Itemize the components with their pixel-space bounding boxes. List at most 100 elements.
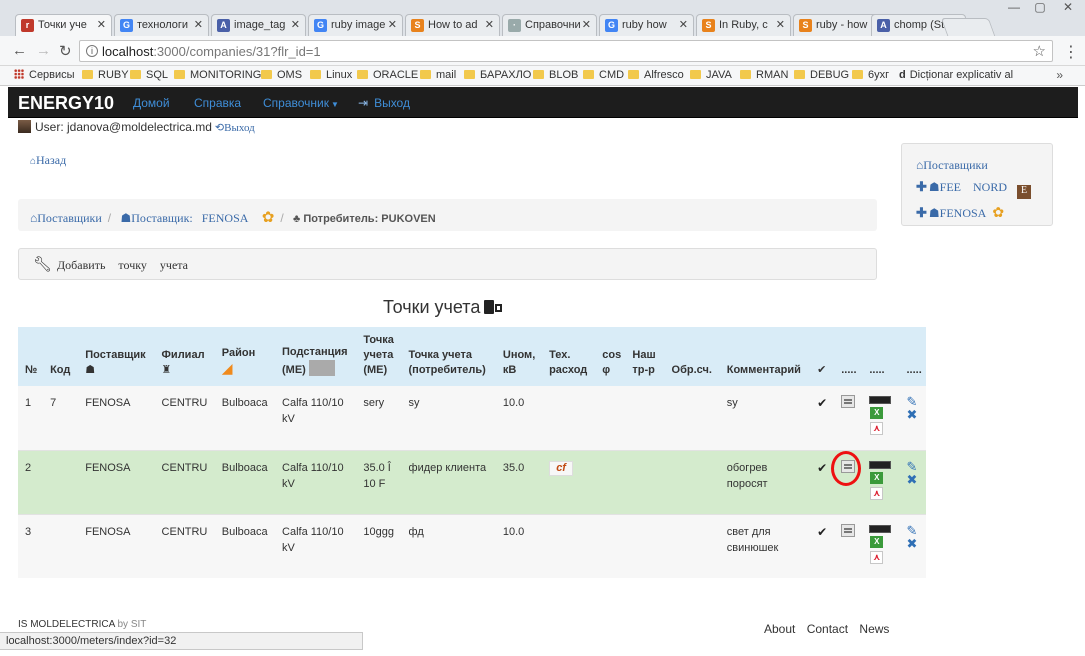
bookmark-folder[interactable]: SQL xyxy=(130,69,168,81)
brand-logo[interactable]: ENERGY10 xyxy=(18,93,114,114)
folder-icon xyxy=(690,70,701,79)
table-row[interactable]: 3 FENOSA CENTRU Bulboaca Calfa 110/10 kV… xyxy=(18,514,926,578)
bookmark-folder[interactable]: RUBY xyxy=(82,69,129,81)
footer-news-link[interactable]: News xyxy=(859,622,889,636)
bookmark-apps[interactable]: Сервисы xyxy=(14,69,75,81)
breadcrumb: ⌂Поставщики / ☗Поставщик: FENOSA ✿ / ♣ Пот… xyxy=(18,199,877,231)
panel-supplier-fee-nord[interactable]: ✚ ☗FEE NORD E xyxy=(916,179,1052,199)
footer-links: About Contact News xyxy=(764,622,897,636)
close-tab-icon[interactable]: ✕ xyxy=(194,18,203,31)
bookmark-folder[interactable]: OMS xyxy=(261,69,302,81)
bookmark-folder[interactable]: 6ухг xyxy=(852,69,889,81)
dictionary-icon: d xyxy=(899,69,906,81)
folder-icon xyxy=(583,70,594,79)
bookmark-folder[interactable]: RMAN xyxy=(740,69,788,81)
excel-icon[interactable]: X xyxy=(870,407,884,419)
folder-icon xyxy=(357,70,368,79)
bookmark-dictionary[interactable]: d Dicționar explicativ al xyxy=(899,69,1013,81)
close-tab-icon[interactable]: ✕ xyxy=(485,18,494,31)
reload-icon[interactable]: ↻ xyxy=(59,42,72,60)
panel-suppliers-link[interactable]: ⌂Поставщики xyxy=(916,158,1052,173)
browser-tab[interactable]: Gruby how ✕ xyxy=(599,14,694,36)
footer-about-link[interactable]: About xyxy=(764,622,795,636)
rails-icon: r xyxy=(21,19,34,32)
delete-icon[interactable]: ✖ xyxy=(906,408,922,422)
stackoverflow-icon: S xyxy=(702,19,715,32)
tech-loss-badge: cf xyxy=(549,460,574,476)
meter-readings-icon[interactable] xyxy=(841,523,856,537)
pdf-icon[interactable]: ⋏ xyxy=(870,550,884,564)
browser-menu-icon[interactable]: ⋮ xyxy=(1063,42,1079,62)
bookmark-folder[interactable]: Linux xyxy=(310,69,352,81)
close-tab-icon[interactable]: ✕ xyxy=(776,18,785,31)
panel-supplier-fenosa[interactable]: ✚ ☗FENOSA ✿ xyxy=(916,205,1052,222)
close-tab-icon[interactable]: ✕ xyxy=(679,18,688,31)
breadcrumb-consumer: ♣ Потребитель: PUKOVEN xyxy=(293,213,436,225)
counter-icon[interactable] xyxy=(869,396,892,404)
browser-tab[interactable]: Gтехнологи ✕ xyxy=(114,14,209,36)
nav-exit[interactable]: ⇥ Выход xyxy=(358,96,410,110)
folder-icon xyxy=(130,70,141,79)
bookmarks-more-button[interactable]: » xyxy=(1056,68,1063,82)
browser-tab[interactable]: r Точки уче ✕ xyxy=(15,14,112,36)
pdf-icon[interactable]: ⋏ xyxy=(870,422,884,435)
browser-tab[interactable]: Aimage_tag ✕ xyxy=(211,14,306,36)
bookmark-folder[interactable]: CMD xyxy=(583,69,624,81)
pdf-icon[interactable]: ⋏ xyxy=(870,486,884,500)
browser-tab[interactable]: Gruby image ✕ xyxy=(308,14,403,36)
close-tab-icon[interactable]: ✕ xyxy=(582,18,591,31)
counter-icon[interactable] xyxy=(869,524,892,533)
address-toolbar: ← → ↻ i localhost:3000/companies/31?flr_… xyxy=(0,36,1085,66)
bookmark-folder[interactable]: Alfresco xyxy=(628,69,684,81)
bookmark-folder[interactable]: DEBUG xyxy=(794,69,849,81)
bookmark-folder[interactable]: БАРАХЛО xyxy=(464,69,531,81)
bookmark-folder[interactable]: JAVA xyxy=(690,69,732,81)
excel-icon[interactable]: X xyxy=(870,535,884,548)
turtle-icon: ☗ xyxy=(85,364,96,376)
apps-icon xyxy=(14,69,24,79)
close-tab-icon[interactable]: ✕ xyxy=(291,18,300,31)
table-row[interactable]: 1 7 FENOSA CENTRU Bulboaca Calfa 110/10 … xyxy=(18,386,926,451)
nav-reference-dropdown[interactable]: Справочник ▼ xyxy=(263,96,339,110)
minimize-icon[interactable]: — xyxy=(1000,0,1028,14)
folder-icon xyxy=(310,70,321,79)
maximize-icon[interactable]: ▢ xyxy=(1026,0,1054,14)
bookmark-folder[interactable]: BLOB xyxy=(533,69,578,81)
close-tab-icon[interactable]: ✕ xyxy=(388,18,397,31)
counter-icon[interactable] xyxy=(869,460,892,469)
bookmark-folder[interactable]: MONITORING xyxy=(174,69,261,81)
excel-icon[interactable]: X xyxy=(870,471,884,484)
back-arrow-icon[interactable]: ← xyxy=(12,42,27,59)
back-link[interactable]: ⌂Назад xyxy=(30,153,66,168)
breadcrumb-supplier[interactable]: ☗Поставщик: FENOSA xyxy=(120,211,248,225)
bookmark-folder[interactable]: mail xyxy=(420,69,456,81)
nav-home[interactable]: Домой xyxy=(133,96,170,110)
bookmarks-bar: Сервисы RUBY SQL MONITORING OMS Linux OR… xyxy=(0,66,1085,86)
url-field[interactable]: i localhost:3000/companies/31?flr_id=1 ☆ xyxy=(79,40,1053,62)
delete-icon[interactable]: ✖ xyxy=(906,536,922,551)
delete-icon[interactable]: ✖ xyxy=(906,472,922,487)
browser-tab[interactable]: · Справочни ✕ xyxy=(502,14,597,36)
meter-readings-icon[interactable] xyxy=(841,395,856,408)
edit-icon[interactable]: ✎ xyxy=(906,460,922,473)
folder-icon xyxy=(533,70,544,79)
bookmark-star-icon[interactable]: ☆ xyxy=(1033,42,1046,60)
butterfly-logo-icon: ✿ xyxy=(992,206,1005,221)
info-icon[interactable]: i xyxy=(86,45,98,57)
footer-contact-link[interactable]: Contact xyxy=(807,622,848,636)
bookmark-folder[interactable]: ORACLE xyxy=(357,69,418,81)
close-window-icon[interactable]: ✕ xyxy=(1054,0,1082,14)
avatar xyxy=(18,120,31,133)
nav-help[interactable]: Справка xyxy=(194,96,241,110)
edit-icon[interactable]: ✎ xyxy=(906,524,922,537)
forward-arrow-icon[interactable]: → xyxy=(36,42,51,59)
close-tab-icon[interactable]: ✕ xyxy=(97,18,106,31)
add-meter-point-button[interactable]: 🔧︎ Добавить точку учета xyxy=(18,248,877,280)
new-tab-button[interactable] xyxy=(940,18,996,36)
turtle-icon: ☗ xyxy=(120,211,132,225)
browser-tab[interactable]: S In Ruby, c ✕ xyxy=(696,14,791,36)
browser-tab[interactable]: S How to ad ✕ xyxy=(405,14,500,36)
user-logout-link[interactable]: ⟲Выход xyxy=(215,122,255,134)
breadcrumb-suppliers[interactable]: ⌂Поставщики xyxy=(30,211,102,225)
table-row[interactable]: 2 FENOSA CENTRU Bulboaca Calfa 110/10 kV… xyxy=(18,450,926,515)
